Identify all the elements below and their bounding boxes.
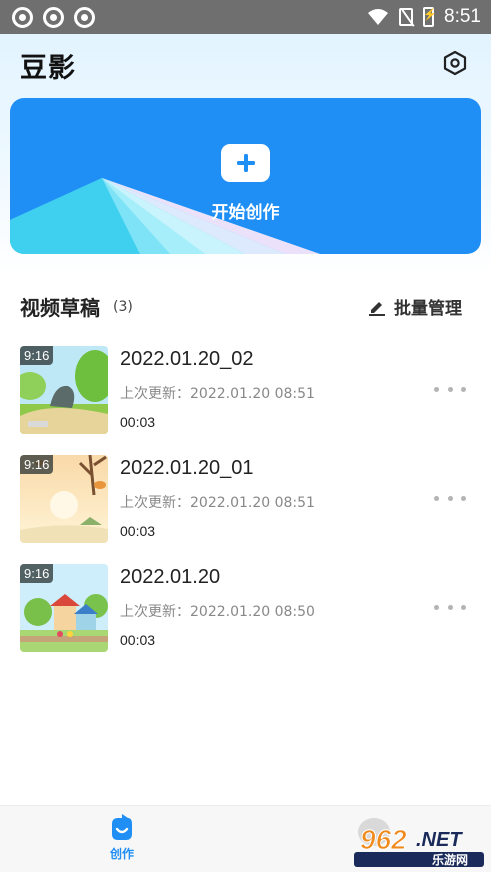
settings-hexagon-icon[interactable] <box>442 50 468 76</box>
draft-name: 2022.01.20 <box>120 566 221 588</box>
more-options-icon[interactable] <box>434 382 466 396</box>
create-icon <box>112 814 132 840</box>
drafts-count: (3) <box>113 299 133 315</box>
status-notifications <box>12 6 95 28</box>
draft-duration: 00:03 <box>120 414 156 430</box>
more-options-icon[interactable] <box>434 491 466 505</box>
battery-charging-icon <box>423 7 437 27</box>
svg-text:962: 962 <box>360 824 407 855</box>
draft-updated: 上次更新：2022.01.20 08:51 <box>120 386 315 402</box>
draft-thumbnail[interactable]: 9:16 <box>20 455 108 543</box>
svg-text:乐游网: 乐游网 <box>432 852 468 867</box>
draft-duration: 00:03 <box>120 523 156 539</box>
draft-name: 2022.01.20_01 <box>120 457 254 479</box>
draft-thumbnail[interactable]: 9:16 <box>20 564 108 652</box>
draft-item[interactable]: 9:16 2022.01.20_02 上次更新：2022.01.20 08:51… <box>0 346 491 438</box>
draft-thumbnail[interactable]: 9:16 <box>20 346 108 434</box>
app-title: 豆影 <box>20 53 76 84</box>
start-create-label: 开始创作 <box>211 203 280 223</box>
batch-manage-label: 批量管理 <box>394 299 462 319</box>
draft-updated: 上次更新：2022.01.20 08:51 <box>120 495 315 511</box>
ratio-badge: 9:16 <box>20 564 54 583</box>
sync-icon <box>43 6 64 28</box>
more-options-icon[interactable] <box>434 600 466 614</box>
sync-icon <box>74 6 95 28</box>
pencil-icon <box>369 301 385 316</box>
draft-duration: 00:03 <box>120 632 156 648</box>
batch-manage-button[interactable]: 批量管理 <box>368 294 462 319</box>
wifi-icon <box>368 9 389 25</box>
svg-text:.NET: .NET <box>416 829 463 851</box>
draft-item[interactable]: 9:16 2022.01.20 上次更新：2022.01.20 08:50 00… <box>0 564 491 656</box>
ratio-badge: 9:16 <box>20 455 54 474</box>
draft-item[interactable]: 9:16 2022.01.20_01 上次更新：2022.01.20 08:51… <box>0 455 491 547</box>
nav-item-create[interactable]: 创作 <box>96 814 148 862</box>
status-system: 8:51 <box>367 6 481 28</box>
plus-button[interactable] <box>221 144 270 182</box>
sync-icon <box>12 6 33 28</box>
status-time: 8:51 <box>444 6 481 27</box>
plus-icon <box>236 154 255 172</box>
watermark-logo: 962 .NET 乐游网 <box>350 812 488 868</box>
nav-label-create: 创作 <box>109 847 134 861</box>
draft-updated: 上次更新：2022.01.20 08:50 <box>120 604 315 620</box>
start-create-card[interactable]: 开始创作 <box>10 98 481 254</box>
drafts-section-title: 视频草稿 <box>20 296 100 320</box>
no-sim-icon <box>399 8 414 26</box>
ratio-badge: 9:16 <box>20 346 54 365</box>
status-bar: 8:51 <box>0 0 491 34</box>
draft-name: 2022.01.20_02 <box>120 348 254 370</box>
